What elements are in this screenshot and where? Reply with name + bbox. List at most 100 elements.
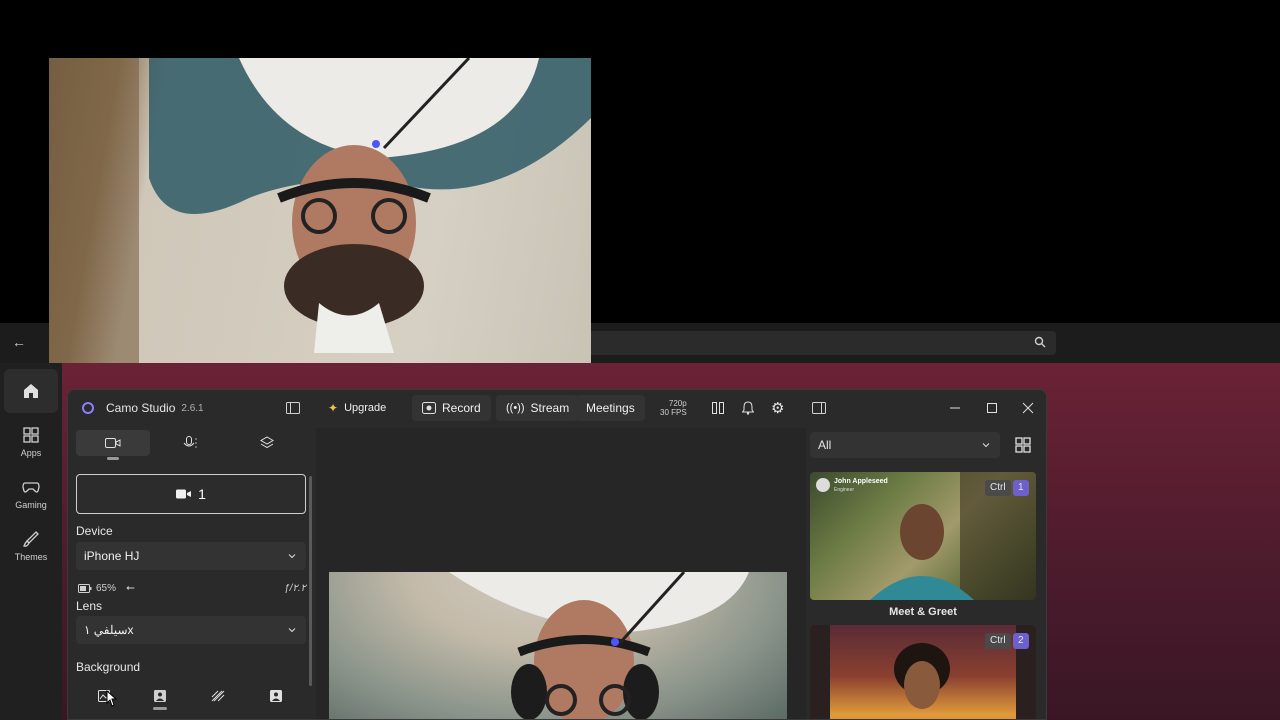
device-status-row: 65% ⭠ ƒ/۲.۲ <box>78 581 306 595</box>
background-replace-button[interactable] <box>256 684 296 708</box>
webcam-person-image <box>49 58 591 363</box>
scene-filter-value: All <box>818 438 832 452</box>
back-arrow-icon[interactable]: ← <box>12 334 26 350</box>
app-title-group: Camo Studio 2.6.1 <box>106 390 204 426</box>
lens-select[interactable]: سيلفي ۱x <box>76 616 306 644</box>
video-camera-icon <box>176 489 192 499</box>
camo-studio-window: Camo Studio 2.6.1 ✦ Upgrade Record ((•))… <box>67 389 1047 720</box>
avatar <box>816 478 830 492</box>
app-version: 2.6.1 <box>181 402 204 414</box>
tab-active-indicator <box>107 457 119 460</box>
battery-icon <box>78 583 92 593</box>
tab-layers[interactable] <box>230 430 304 456</box>
shortcut-key: 2 <box>1013 633 1029 649</box>
sidebar-panel-icon <box>286 402 300 414</box>
nav-home[interactable] <box>4 369 58 413</box>
preview-person-image <box>449 572 749 719</box>
device-select[interactable]: iPhone HJ <box>76 542 306 570</box>
nav-gaming-label: Gaming <box>15 500 47 510</box>
camera-select-button[interactable]: 1 <box>76 474 306 514</box>
search-icon[interactable] <box>1034 336 1046 348</box>
right-panel-icon <box>812 402 826 414</box>
camera-number: 1 <box>198 486 206 502</box>
record-button[interactable]: Record <box>412 395 491 421</box>
active-indicator <box>153 707 167 710</box>
home-icon <box>24 384 38 398</box>
person-card-icon <box>270 690 282 702</box>
stream-button[interactable]: ((•)) Stream <box>496 395 580 421</box>
left-settings-panel: 1 Device iPhone HJ 65% ⭠ ƒ/۲.۲ Lens سيلف… <box>68 426 312 719</box>
close-button[interactable] <box>1022 390 1034 426</box>
right-panel-toggle-button[interactable] <box>812 390 826 426</box>
title-bar: Camo Studio 2.6.1 ✦ Upgrade Record ((•))… <box>68 390 1046 426</box>
device-select-value: iPhone HJ <box>84 549 140 563</box>
gamepad-icon <box>22 482 40 493</box>
preview-canvas <box>316 428 806 719</box>
brush-icon <box>23 531 39 547</box>
camera-preview[interactable] <box>329 572 787 719</box>
grid-view-icon[interactable] <box>1012 434 1034 456</box>
overlay-subtitle-text: Engineer <box>834 487 855 493</box>
maximize-button[interactable] <box>986 390 998 426</box>
record-label: Record <box>442 401 481 415</box>
webcam-overlay-video[interactable] <box>49 58 591 363</box>
nav-apps[interactable]: Apps <box>4 425 58 458</box>
resolution-value: 720p <box>668 399 687 408</box>
sidebar-toggle-button[interactable] <box>286 390 300 426</box>
apps-grid-icon <box>23 427 39 443</box>
store-search-bar[interactable] <box>588 331 1056 355</box>
minimize-button[interactable] <box>949 390 961 426</box>
usb-icon: ⭠ <box>126 581 135 594</box>
tab-audio[interactable] <box>153 430 227 456</box>
scene-filter-select[interactable]: All <box>810 432 1000 458</box>
broadcast-icon: ((•)) <box>506 402 525 414</box>
video-camera-icon <box>105 438 121 448</box>
background-label: Background <box>76 660 141 674</box>
app-logo <box>82 390 94 426</box>
fps-value: 30 FPS <box>660 408 687 417</box>
meetings-button[interactable]: Meetings <box>576 395 645 421</box>
microphone-icon <box>183 436 197 448</box>
store-left-nav: Apps Gaming Themes <box>0 363 62 720</box>
background-portrait-button[interactable] <box>140 684 180 710</box>
minimize-icon <box>950 407 960 409</box>
sparkle-icon: ✦ <box>328 401 339 415</box>
meetings-label: Meetings <box>586 401 635 415</box>
nav-gaming[interactable]: Gaming <box>4 477 58 510</box>
overlay-name-text: John Appleseed <box>834 478 888 485</box>
lens-select-value: سيلفي ۱x <box>84 623 134 637</box>
scenes-panel: All John Appleseed Engineer Ctrl 1 Meet … <box>806 426 1046 719</box>
nav-themes[interactable]: Themes <box>4 529 58 562</box>
shortcut-modifier: Ctrl <box>985 480 1011 496</box>
app-title: Camo Studio <box>106 401 176 415</box>
aperture-value: ƒ/۲.۲ <box>284 582 306 594</box>
nav-apps-label: Apps <box>20 448 42 458</box>
settings-button[interactable]: ⚙ <box>771 390 784 426</box>
chevron-down-icon <box>288 628 296 633</box>
camo-logo-icon <box>82 402 94 414</box>
scene-card-2[interactable]: Ctrl 2 <box>810 625 1036 719</box>
upgrade-button[interactable]: ✦ Upgrade <box>318 395 396 421</box>
columns-icon <box>712 402 724 414</box>
chevron-down-icon <box>288 554 296 559</box>
left-panel-scrollbar[interactable] <box>309 476 312 686</box>
split-view-button[interactable] <box>712 390 724 426</box>
source-tabs <box>76 430 304 460</box>
portrait-icon <box>154 690 166 702</box>
notifications-button[interactable] <box>742 390 754 426</box>
maximize-icon <box>987 403 997 413</box>
layers-icon <box>260 436 274 449</box>
background-blur-button[interactable] <box>198 684 238 708</box>
close-icon <box>1022 402 1034 414</box>
tab-video[interactable] <box>76 430 150 460</box>
bell-icon <box>742 401 754 415</box>
stream-label: Stream <box>530 401 570 415</box>
device-label: Device <box>76 524 113 538</box>
scene-card-meet-greet[interactable]: John Appleseed Engineer Ctrl 1 <box>810 472 1036 600</box>
shortcut-key: 1 <box>1013 480 1029 496</box>
battery-percent: 65% <box>96 582 117 594</box>
mouse-pointer-icon <box>106 690 118 707</box>
blur-icon <box>211 690 225 702</box>
resolution-indicator[interactable]: 720p 30 FPS <box>660 399 687 417</box>
upgrade-label: Upgrade <box>344 402 387 414</box>
